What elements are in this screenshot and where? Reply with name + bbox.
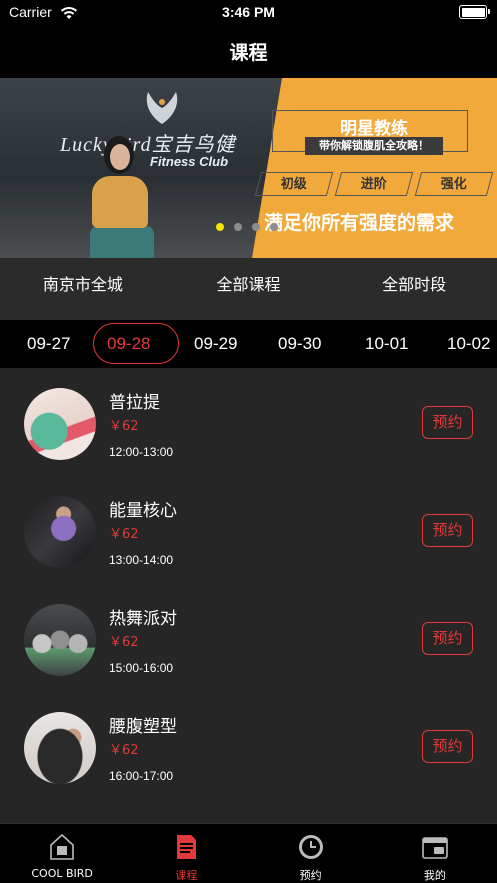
- date-selector: 09-27 09-28 09-29 09-30 10-01 10-02: [0, 320, 497, 368]
- level-beginner: 初级: [254, 172, 334, 196]
- course-price: ￥62: [109, 743, 139, 758]
- tab-label: 课程: [175, 869, 198, 882]
- pager-dot[interactable]: [270, 223, 278, 231]
- filter-course-type[interactable]: 全部课程: [166, 258, 332, 320]
- course-price: ￥62: [109, 635, 139, 650]
- clock-icon: [298, 835, 323, 859]
- level-advanced: 强化: [414, 172, 494, 196]
- course-time: 12:00-13:00: [109, 445, 174, 459]
- course-name: 普拉提: [109, 393, 160, 413]
- pager-dot[interactable]: [234, 223, 242, 231]
- tab-label: 预约: [299, 869, 322, 882]
- course-name: 腰腹塑型: [109, 717, 177, 737]
- home-icon: [50, 833, 74, 860]
- course-name: 能量核心: [109, 501, 177, 521]
- page-title: 课程: [229, 42, 268, 64]
- coach-figure-face: [110, 144, 130, 170]
- course-thumbnail: [24, 712, 96, 784]
- gym-sign-subtext: Fitness Club: [150, 154, 229, 169]
- course-price: ￥62: [109, 419, 139, 434]
- course-thumbnail: [24, 388, 96, 460]
- promo-banner[interactable]: LuckyBird宝吉鸟健 Fitness Club 明星教练 带你解锁腹肌全攻…: [0, 78, 497, 258]
- date-item[interactable]: 10-02: [447, 320, 490, 368]
- course-item[interactable]: 普拉提 ￥62 12:00-13:00 预约: [0, 368, 497, 476]
- course-item[interactable]: 热舞派对 ￥62 15:00-16:00 预约: [0, 584, 497, 692]
- gym-sign-text: LuckyBird宝吉鸟健: [60, 134, 236, 156]
- book-button[interactable]: 预约: [422, 514, 473, 547]
- banner-slogan: 满足你所有强度的需求: [264, 212, 455, 234]
- filter-bar: 南京市全城 全部课程 全部时段: [0, 258, 497, 320]
- pager-dot[interactable]: [216, 223, 224, 231]
- course-price: ￥62: [109, 527, 139, 542]
- tab-bar: COOL BIRD 课程 预约 我的: [0, 823, 497, 883]
- course-item[interactable]: 能量核心 ￥62 13:00-14:00 预约: [0, 476, 497, 584]
- tab-mine[interactable]: 我的: [373, 824, 497, 883]
- course-time: 15:00-16:00: [109, 661, 174, 675]
- course-item[interactable]: 腰腹塑型 ￥62 16:00-17:00 预约: [0, 692, 497, 800]
- course-thumbnail: [24, 496, 96, 568]
- banner-pager[interactable]: [216, 223, 278, 231]
- banner-title: 明星教练: [310, 114, 438, 139]
- tab-booking[interactable]: 预约: [249, 824, 373, 883]
- logo-bird-icon: [146, 92, 178, 124]
- status-time: 3:46 PM: [222, 4, 275, 20]
- coach-figure-body: [92, 176, 148, 228]
- pager-dot[interactable]: [252, 223, 260, 231]
- tab-label: 我的: [423, 869, 446, 882]
- coach-figure-legs: [90, 226, 154, 258]
- date-item[interactable]: 09-30: [278, 320, 321, 368]
- tab-courses[interactable]: 课程: [124, 824, 248, 883]
- course-name: 热舞派对: [109, 609, 177, 629]
- tab-cool-bird[interactable]: COOL BIRD: [0, 824, 124, 883]
- book-button[interactable]: 预约: [422, 730, 473, 763]
- level-intermediate: 进阶: [334, 172, 414, 196]
- course-time: 13:00-14:00: [109, 553, 174, 567]
- banner-subtitle: 带你解锁腹肌全攻略！: [305, 137, 443, 155]
- filter-city[interactable]: 南京市全城: [0, 258, 166, 320]
- course-thumbnail: [24, 604, 96, 676]
- banner-gym-photo: LuckyBird宝吉鸟健 Fitness Club: [0, 78, 290, 258]
- status-bar: Carrier 3:46 PM: [0, 0, 497, 26]
- date-item-selected[interactable]: 09-28: [107, 320, 150, 368]
- filter-time-slot[interactable]: 全部时段: [331, 258, 497, 320]
- nav-bar: 课程: [0, 26, 497, 78]
- course-list: 普拉提 ￥62 12:00-13:00 预约 能量核心 ￥62 13:00-14…: [0, 368, 497, 823]
- document-icon: [177, 835, 197, 859]
- battery-icon: [459, 5, 490, 19]
- book-button[interactable]: 预约: [422, 622, 473, 655]
- date-item[interactable]: 09-29: [194, 320, 237, 368]
- date-item[interactable]: 10-01: [365, 320, 408, 368]
- tab-label: COOL BIRD: [31, 867, 93, 880]
- date-item[interactable]: 09-27: [27, 320, 70, 368]
- course-time: 16:00-17:00: [109, 769, 174, 783]
- wallet-icon: [422, 837, 448, 859]
- book-button[interactable]: 预约: [422, 406, 473, 439]
